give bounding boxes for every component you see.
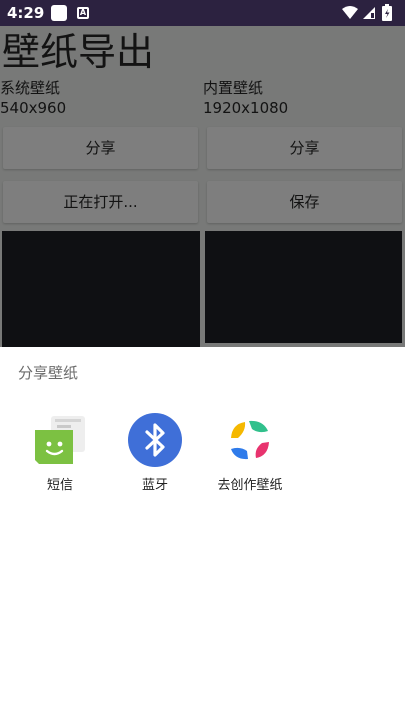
share-sheet: 分享壁纸 短信 蓝牙 去创作壁纸 bbox=[0, 347, 405, 720]
wallpaper-creator-icon bbox=[223, 413, 277, 467]
status-time: 4:29 bbox=[7, 4, 45, 22]
notification-app-icon: A bbox=[77, 7, 89, 19]
status-icons bbox=[341, 4, 399, 22]
cellular-icon bbox=[363, 7, 375, 19]
dim-overlay[interactable] bbox=[0, 26, 405, 347]
share-target-bluetooth[interactable]: 蓝牙 bbox=[108, 413, 202, 503]
wallpaper-export-screen: 壁纸导出 系统壁纸 540x960 内置壁纸 1920x1080 分享 分享 正… bbox=[0, 26, 405, 347]
bluetooth-icon bbox=[128, 413, 182, 467]
battery-icon bbox=[382, 4, 392, 21]
notification-app-icon bbox=[51, 5, 67, 21]
wifi-icon bbox=[342, 6, 358, 19]
share-sheet-title: 分享壁纸 bbox=[18, 364, 79, 382]
share-target-messaging[interactable]: 短信 bbox=[13, 413, 107, 503]
share-target-wallpaper-creator[interactable]: 去创作壁纸 bbox=[203, 413, 297, 503]
messaging-icon bbox=[33, 413, 87, 467]
share-target-label: 去创作壁纸 bbox=[217, 478, 283, 493]
share-target-label: 蓝牙 bbox=[141, 478, 168, 493]
share-target-label: 短信 bbox=[46, 478, 73, 493]
status-bar: 4:29 A bbox=[0, 0, 405, 26]
